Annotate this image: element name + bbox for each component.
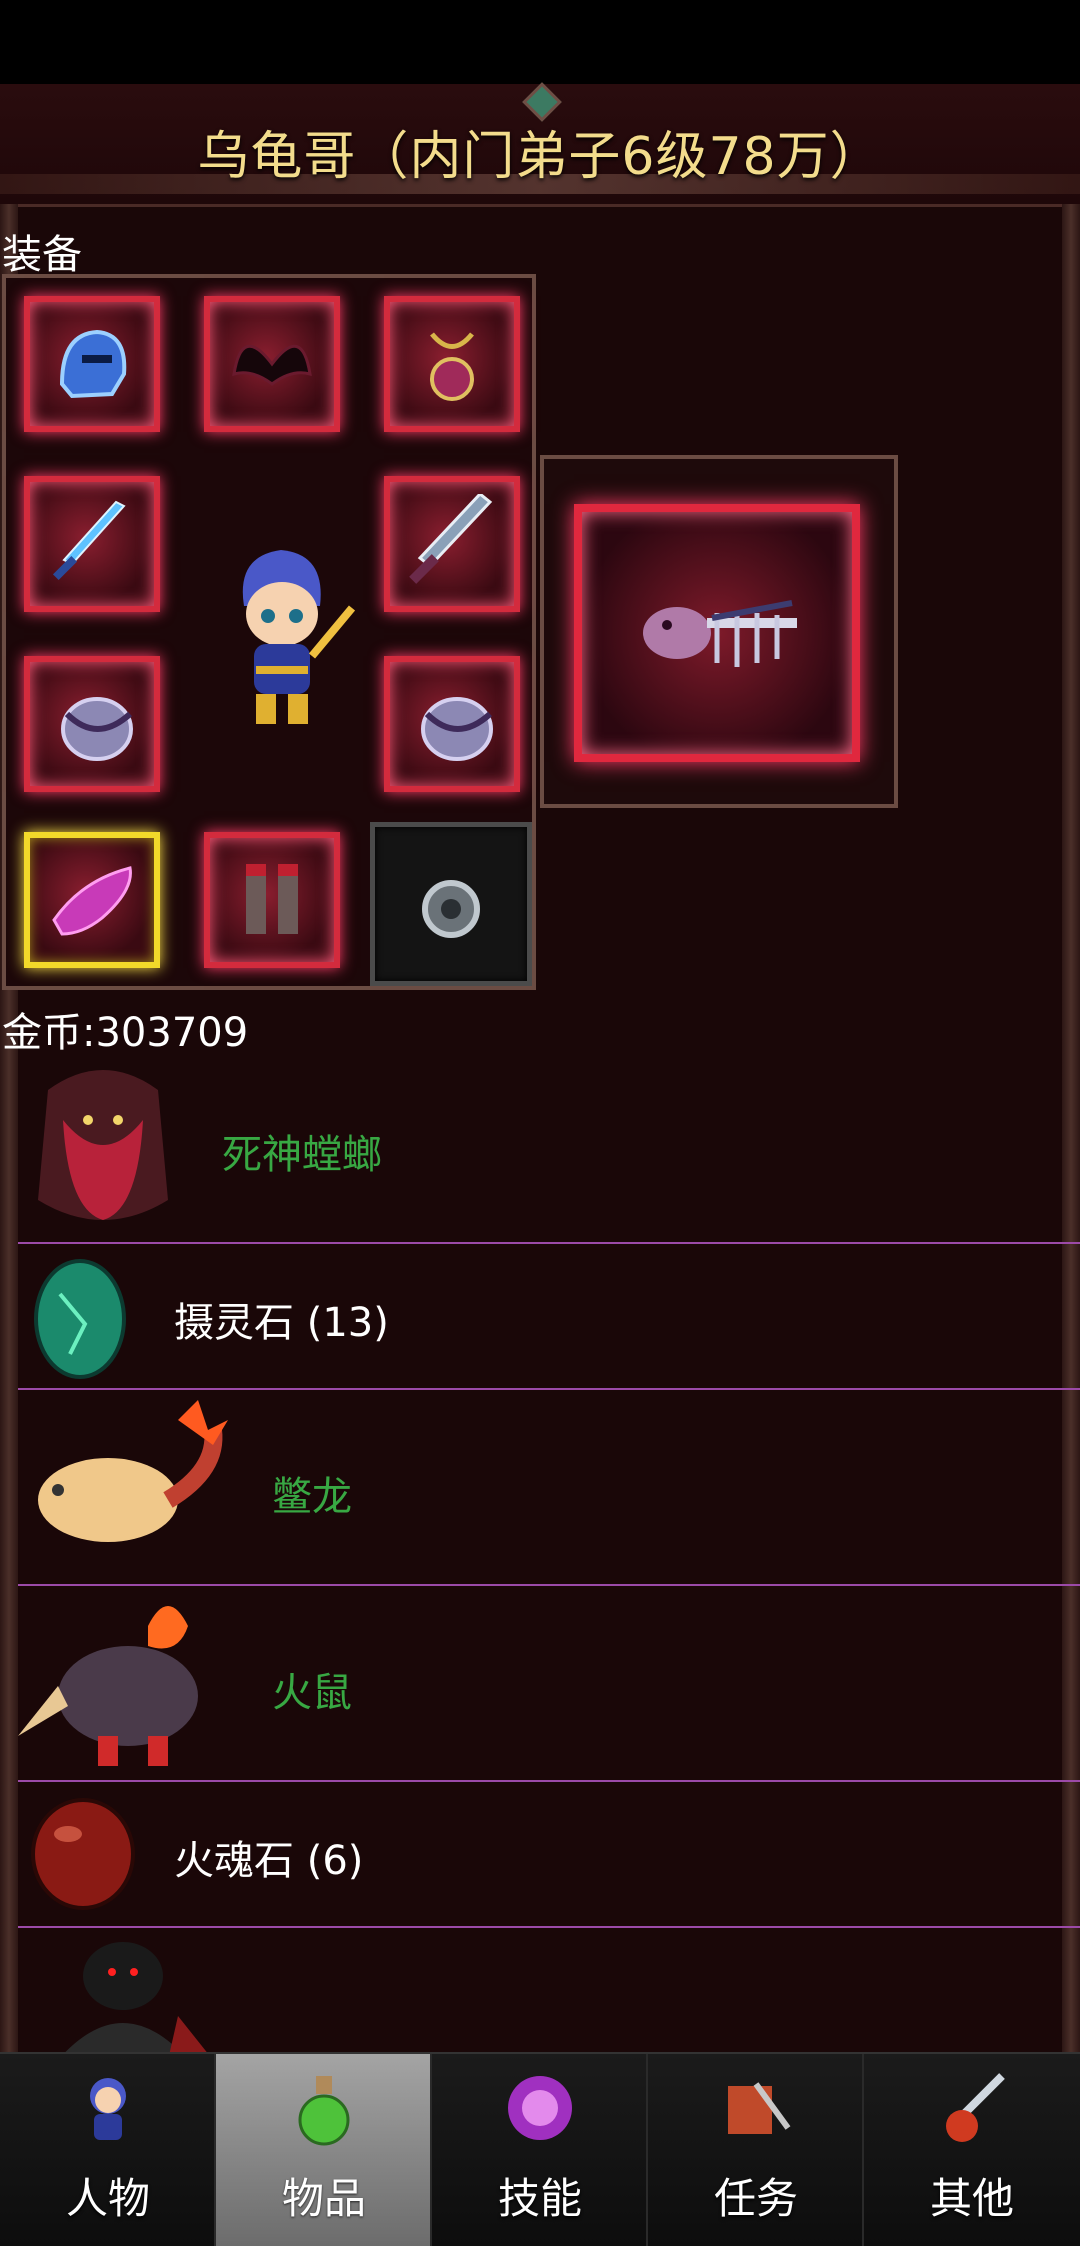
skeleton-beast-icon [582, 512, 852, 754]
equipment-label: 装备 [2, 232, 82, 278]
equip-slot-offhand[interactable] [384, 476, 520, 612]
equipment-panel [2, 274, 536, 990]
tab-label: 任务 [713, 2174, 798, 2223]
helmet-icon [30, 302, 154, 426]
equip-slot-boots[interactable] [204, 832, 340, 968]
item-name: 火魂石 (6) [174, 1838, 364, 1884]
shadow-demon-icon [48, 1936, 218, 2064]
list-item[interactable]: 鳖龙 [18, 1390, 1080, 1586]
character-icon [68, 2068, 148, 2148]
character-avatar [216, 536, 356, 736]
other-sword-icon [932, 2068, 1012, 2148]
armor-icon [30, 662, 154, 786]
item-name: 火鼠 [272, 1670, 352, 1716]
equip-slot-armor-left[interactable] [24, 656, 160, 792]
great-sword-icon [390, 482, 514, 606]
list-item[interactable]: 死神螳螂 [18, 1050, 1080, 1244]
skill-orb-icon [500, 2068, 580, 2148]
amulet-icon [390, 302, 514, 426]
tab-label: 人物 [65, 2174, 150, 2223]
equip-slot-armor-right[interactable] [384, 656, 520, 792]
armor-icon [390, 662, 514, 786]
equip-slot-amulet[interactable] [384, 296, 520, 432]
tab-character[interactable]: 人物 [0, 2054, 216, 2246]
green-stone-icon [30, 1254, 130, 1388]
list-item[interactable]: 摄灵石 (13) [18, 1244, 1080, 1390]
fire-rat-icon [18, 1586, 228, 1780]
list-item[interactable]: 火鼠 [18, 1586, 1080, 1782]
equip-slot-wings[interactable] [204, 296, 340, 432]
quest-scroll-icon [716, 2068, 796, 2148]
equip-slot-helmet[interactable] [24, 296, 160, 432]
tab-label: 物品 [281, 2174, 366, 2223]
tab-label: 其他 [929, 2174, 1014, 2223]
ring-icon [375, 827, 527, 981]
mount-slot[interactable] [574, 504, 860, 762]
fire-lizard-icon [18, 1390, 228, 1584]
tab-other[interactable]: 其他 [864, 2054, 1080, 2246]
boots-icon [210, 838, 334, 962]
mount-panel [540, 455, 898, 808]
list-item[interactable]: 火魂石 (6) [18, 1782, 1080, 1928]
bottom-tab-bar: 人物 物品 技能 任务 其他 [0, 2052, 1080, 2246]
mantis-monster-icon [18, 1050, 188, 1244]
header: 乌龟哥（内门弟子6级78万） [0, 82, 1080, 207]
item-name: 死神螳螂 [222, 1132, 382, 1178]
item-name: 摄灵石 (13) [174, 1300, 389, 1346]
tab-skills[interactable]: 技能 [432, 2054, 648, 2246]
status-bar [0, 0, 1080, 84]
equip-slot-gloves[interactable] [24, 832, 160, 968]
tab-items[interactable]: 物品 [216, 2054, 432, 2246]
equip-slot-ring[interactable] [370, 822, 532, 986]
potion-icon [284, 2068, 364, 2148]
tab-label: 技能 [497, 2174, 582, 2223]
page-title: 乌龟哥（内门弟子6级78万） [197, 127, 883, 187]
equip-slot-weapon[interactable] [24, 476, 160, 612]
item-name: 鳖龙 [272, 1474, 352, 1520]
blue-sword-icon [30, 482, 154, 606]
gauntlet-icon [30, 838, 154, 962]
red-stone-icon [28, 1794, 138, 1918]
tab-quests[interactable]: 任务 [648, 2054, 864, 2246]
wings-icon [210, 302, 334, 426]
